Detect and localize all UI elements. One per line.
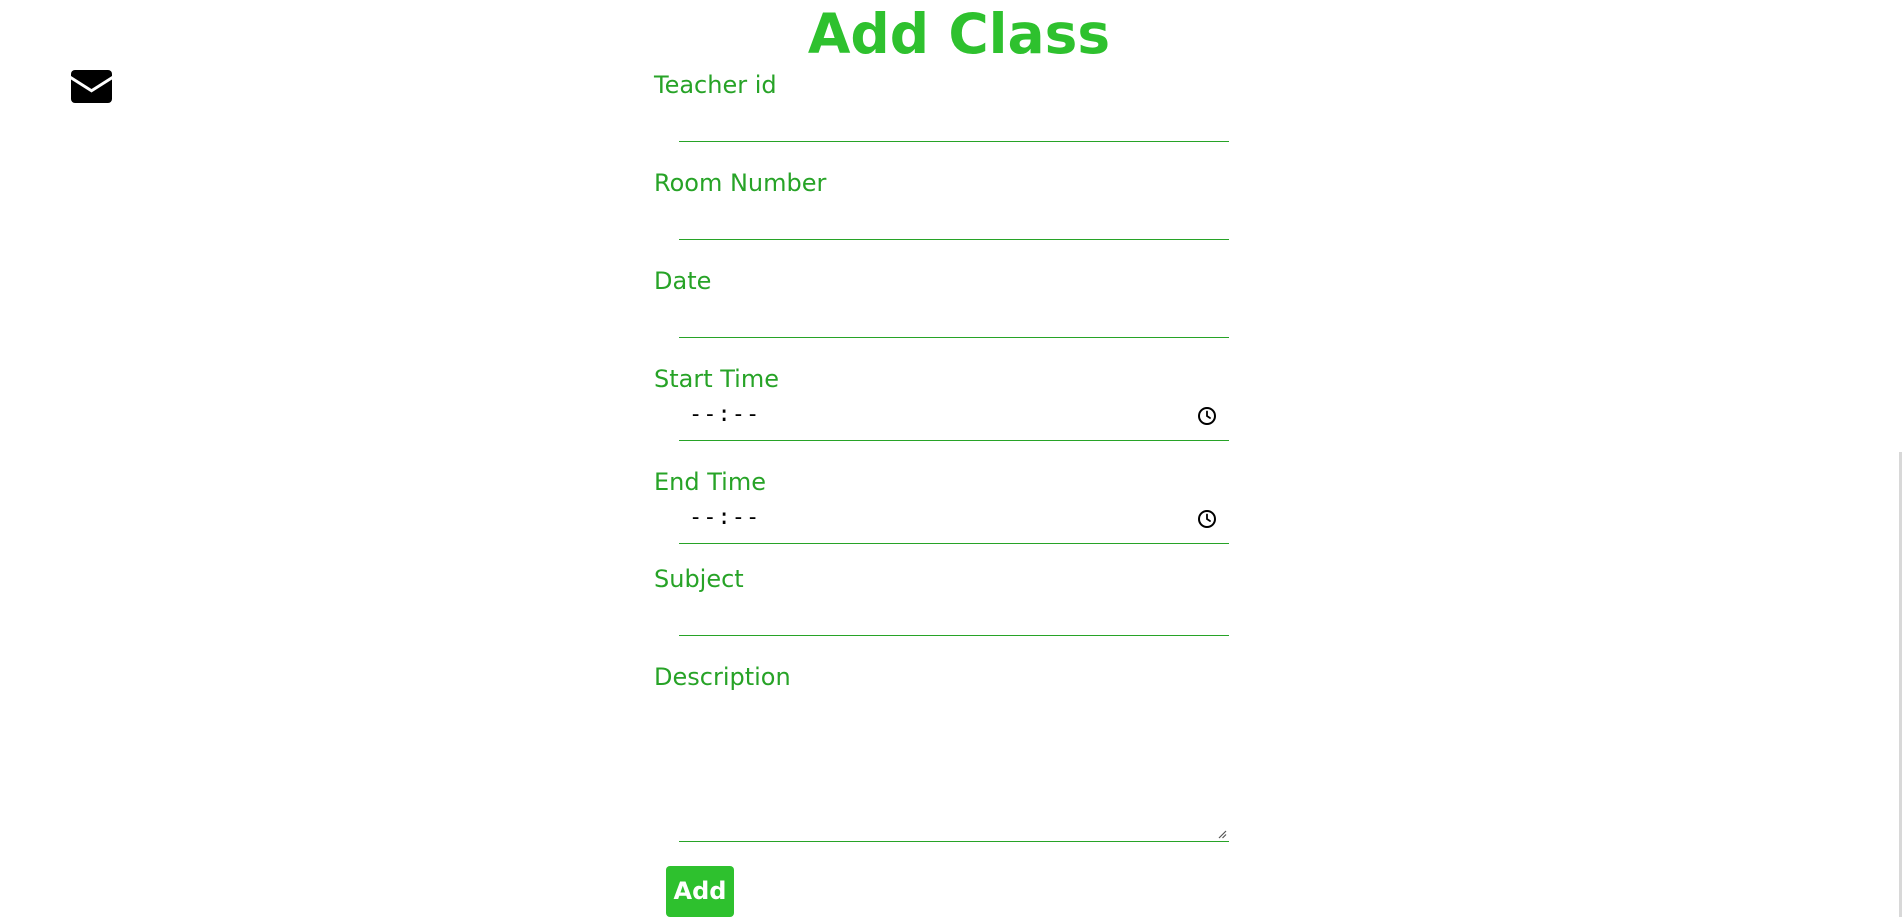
room-number-input[interactable]	[679, 198, 1229, 240]
subject-input[interactable]	[679, 594, 1229, 636]
description-label: Description	[654, 663, 791, 691]
add-class-form: Teacher id Room Number Date Start Time -…	[654, 70, 1230, 842]
page-title: Add Class	[807, 2, 1111, 66]
clock-icon[interactable]	[1197, 509, 1217, 529]
add-button[interactable]: Add	[666, 866, 734, 917]
date-field: Date	[654, 266, 1230, 364]
teacher-id-field: Teacher id	[654, 70, 1230, 168]
teacher-id-input[interactable]	[679, 100, 1229, 142]
room-number-label: Room Number	[654, 169, 827, 197]
subject-label: Subject	[654, 565, 744, 593]
teacher-id-label: Teacher id	[654, 71, 777, 99]
date-input[interactable]	[679, 296, 1229, 338]
vertical-scrollbar[interactable]	[1898, 0, 1902, 917]
start-time-field: Start Time --:--	[654, 364, 1230, 467]
resize-grip-icon[interactable]	[1217, 829, 1227, 839]
end-time-value: --:--	[689, 505, 761, 530]
end-time-label: End Time	[654, 468, 766, 496]
end-time-input[interactable]: --:--	[679, 497, 1229, 544]
subject-field: Subject	[654, 564, 1230, 662]
description-field: Description	[654, 662, 1230, 842]
start-time-input[interactable]: --:--	[679, 394, 1229, 441]
date-label: Date	[654, 267, 712, 295]
clock-icon[interactable]	[1197, 406, 1217, 426]
envelope-icon[interactable]	[71, 70, 112, 103]
start-time-label: Start Time	[654, 365, 779, 393]
room-number-field: Room Number	[654, 168, 1230, 266]
start-time-value: --:--	[689, 402, 761, 427]
add-class-page: Add Class Teacher id Room Number Date St…	[0, 0, 1902, 917]
description-textarea[interactable]	[679, 692, 1229, 842]
end-time-field: End Time --:--	[654, 467, 1230, 564]
